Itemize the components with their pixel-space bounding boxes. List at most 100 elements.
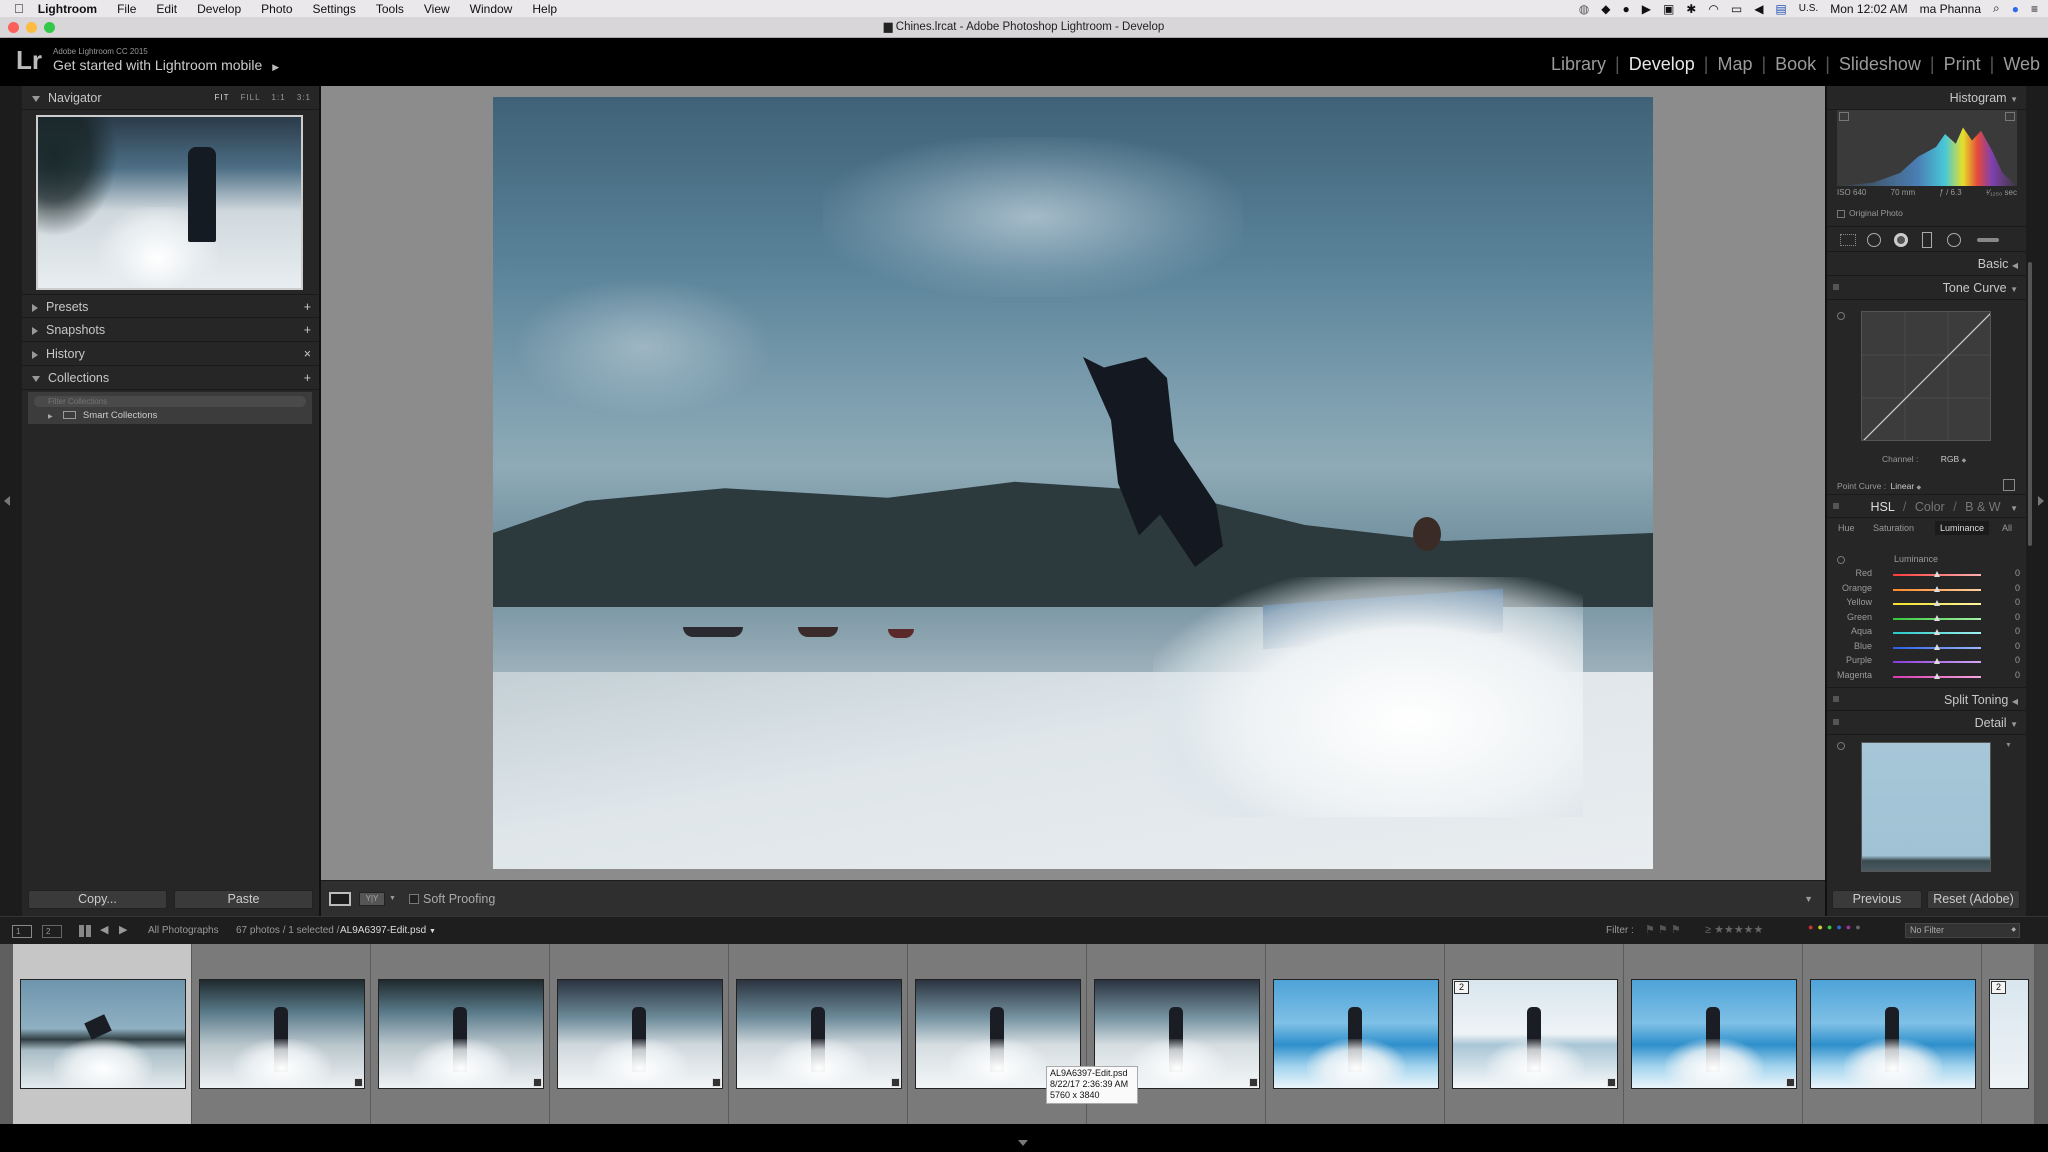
module-book[interactable]: Book (1775, 54, 1816, 75)
module-web[interactable]: Web (2003, 54, 2040, 75)
toolbar-menu-icon[interactable]: ▼ (1804, 894, 1813, 904)
status-icon-play[interactable]: ▶ (1642, 2, 1651, 16)
crop-icon[interactable] (1840, 234, 1856, 246)
channel-row[interactable]: Channel : RGB ◆ (1882, 454, 1966, 464)
smart-collections-row[interactable]: ▶ Smart Collections (48, 410, 157, 421)
user-name[interactable]: ma Phanna (1920, 2, 1981, 16)
filmstrip-thumbnail[interactable] (192, 944, 371, 1124)
point-curve-value[interactable]: Linear (1891, 481, 1915, 491)
slider-knob[interactable] (1934, 600, 1940, 606)
adjustment-brush-icon[interactable] (1977, 238, 1999, 242)
close-window-button[interactable] (8, 22, 19, 33)
luminance-slider-yellow[interactable]: Yellow 0 (1827, 597, 2026, 611)
loupe-view-icon[interactable] (329, 892, 351, 906)
stack-count-badge[interactable]: 2 (1991, 981, 2006, 994)
slider-knob[interactable] (1934, 643, 1940, 650)
shadow-clip-icon[interactable] (1839, 112, 1849, 121)
module-slideshow[interactable]: Slideshow (1839, 54, 1921, 75)
input-locale[interactable]: U.S. (1799, 3, 1818, 14)
paste-button[interactable]: Paste (174, 890, 313, 909)
status-icon-cc[interactable]: ◍ (1579, 2, 1589, 16)
status-icon-monitor[interactable]: ▣ (1663, 2, 1674, 16)
status-icon-bluetooth[interactable]: ✱ (1686, 2, 1696, 16)
subtab-all[interactable]: All (2002, 523, 2012, 533)
zoom-fit[interactable]: FIT (214, 93, 229, 102)
luminance-slider-aqua[interactable]: Aqua 0 (1827, 626, 2026, 640)
original-photo-checkbox[interactable] (1837, 209, 1845, 218)
split-toning-header[interactable]: Split Toning ◀ (1827, 687, 2026, 711)
collections-header[interactable]: Collections + (22, 366, 319, 390)
filmstrip-thumbnail[interactable] (13, 944, 192, 1124)
filter-color-labels[interactable]: ●●●●●● (1808, 922, 1865, 932)
slider-value[interactable]: 0 (2015, 655, 2020, 665)
panel-switch-icon[interactable] (1833, 284, 1839, 290)
status-icon-location[interactable]: ◆ (1601, 2, 1610, 16)
selected-file[interactable]: AL9A6397-Edit.psd ▼ (340, 925, 436, 936)
luminance-slider-blue[interactable]: Blue 0 (1827, 641, 2026, 655)
grid-view-icon[interactable] (79, 925, 91, 937)
panel-switch-icon[interactable] (1833, 503, 1839, 509)
add-collection-icon[interactable]: + (304, 366, 311, 390)
filmstrip-thumbnail[interactable] (1624, 944, 1803, 1124)
detail-preview-dropdown-icon[interactable]: ▼ (2005, 742, 2012, 749)
spotlight-icon[interactable]: ⌕ (1993, 1, 2000, 16)
subtab-luminance[interactable]: Luminance (1935, 521, 1990, 535)
menu-view[interactable]: View (424, 2, 450, 16)
menu-develop[interactable]: Develop (197, 2, 241, 16)
slider-knob[interactable] (1934, 614, 1940, 621)
copy-button[interactable]: Copy... (28, 890, 167, 909)
luminance-slider-green[interactable]: Green 0 (1827, 612, 2026, 626)
detail-header[interactable]: Detail ▼ (1827, 711, 2026, 735)
mobile-link[interactable]: Get started with Lightroom mobile ▶ (53, 57, 279, 73)
detail-target-icon[interactable] (1837, 742, 1845, 750)
detail-preview[interactable] (1861, 742, 1991, 872)
slider-knob[interactable] (1934, 658, 1940, 664)
hsl-target-icon[interactable] (1837, 556, 1845, 564)
menu-app[interactable]: Lightroom (38, 2, 97, 16)
point-curve-row[interactable]: Point Curve : Linear ◆ (1837, 481, 1921, 491)
add-preset-icon[interactable]: + (304, 295, 311, 319)
menu-help[interactable]: Help (532, 2, 557, 16)
bottom-panel-toggle-strip[interactable] (0, 1124, 2048, 1152)
zoom-3-1[interactable]: 3:1 (297, 93, 311, 102)
slider-value[interactable]: 0 (2015, 626, 2020, 636)
radial-filter-icon[interactable] (1947, 233, 1961, 247)
slider-value[interactable]: 0 (2015, 612, 2020, 622)
slider-value[interactable]: 0 (2015, 641, 2020, 651)
reset-adobe-button[interactable]: Reset (Adobe) (1927, 890, 2020, 909)
luminance-slider-orange[interactable]: Orange 0 (1827, 583, 2026, 597)
primary-display-button[interactable]: 1 (12, 925, 32, 938)
menu-photo[interactable]: Photo (261, 2, 292, 16)
history-header[interactable]: History × (22, 342, 319, 366)
module-library[interactable]: Library (1551, 54, 1606, 75)
slider-value[interactable]: 0 (2015, 670, 2020, 680)
back-arrow-icon[interactable]: ◀ (100, 923, 108, 936)
hsl-tab-color[interactable]: Color (1915, 500, 1945, 514)
menu-tools[interactable]: Tools (376, 2, 404, 16)
filmstrip-thumbnail[interactable] (371, 944, 550, 1124)
presets-header[interactable]: Presets + (22, 294, 319, 318)
collections-filter[interactable] (34, 396, 306, 407)
before-after-icon[interactable]: Y|Y (359, 892, 385, 906)
original-photo-toggle[interactable]: Original Photo (1837, 208, 1903, 218)
module-map[interactable]: Map (1717, 54, 1752, 75)
zoom-fill[interactable]: FILL (241, 93, 261, 102)
module-print[interactable]: Print (1944, 54, 1981, 75)
slider-knob[interactable] (1934, 571, 1940, 577)
menu-file[interactable]: File (117, 2, 136, 16)
menu-settings[interactable]: Settings (313, 2, 356, 16)
stack-count-badge[interactable]: 2 (1454, 981, 1469, 994)
volume-icon[interactable]: ◀ (1754, 2, 1763, 16)
image-canvas[interactable] (321, 86, 1825, 880)
status-icon-record[interactable]: ● (1622, 2, 1629, 16)
clear-history-icon[interactable]: × (304, 342, 311, 366)
apple-icon[interactable]:  (14, 1, 24, 16)
left-panel-collapse-strip[interactable] (0, 86, 22, 916)
edit-point-curve-icon[interactable] (2003, 479, 2015, 491)
luminance-slider-purple[interactable]: Purple 0 (1827, 655, 2026, 669)
main-photo[interactable] (493, 97, 1653, 869)
histogram-graph[interactable] (1837, 110, 2017, 186)
basic-header[interactable]: Basic ◀ (1827, 252, 2026, 276)
siri-icon[interactable]: ● (2012, 2, 2019, 16)
hsl-tab-bw[interactable]: B & W (1965, 500, 2000, 514)
